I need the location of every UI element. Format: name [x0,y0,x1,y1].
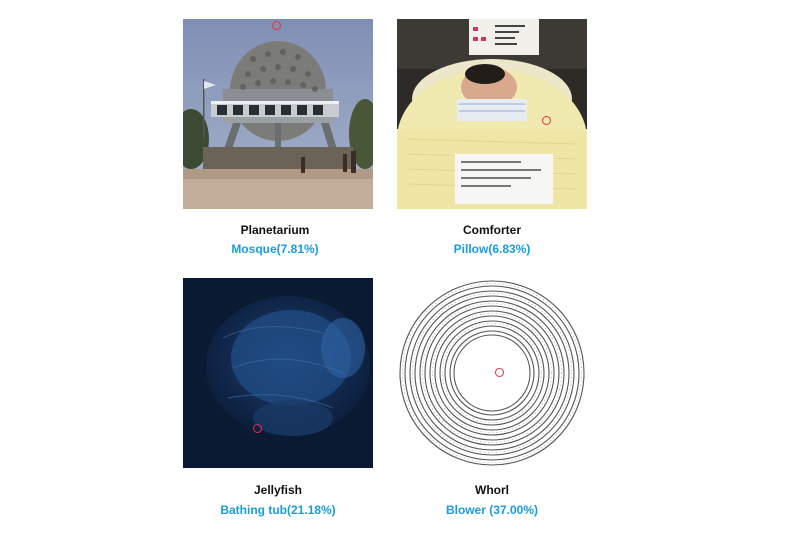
predicted-label: Mosque(7.81%) [231,242,319,256]
true-label: Comforter [462,223,521,237]
attack-marker [542,116,551,125]
panel-comforter-image [397,19,587,209]
predicted-label: Pillow(6.83%) [453,242,531,256]
true-label: Whorl [475,483,509,497]
predicted-label: Blower (37.00%) [445,503,539,517]
panel-whorl-image [397,278,587,468]
attack-marker [253,424,262,433]
panel-planetarium-image [183,19,373,209]
panel-jellyfish-image [183,278,373,468]
true-label: Planetarium [240,223,310,237]
attack-marker [495,368,504,377]
predicted-label: Bathing tub(21.18%) [220,503,336,517]
true-label: Jellyfish [253,483,303,497]
attack-marker [272,21,281,30]
